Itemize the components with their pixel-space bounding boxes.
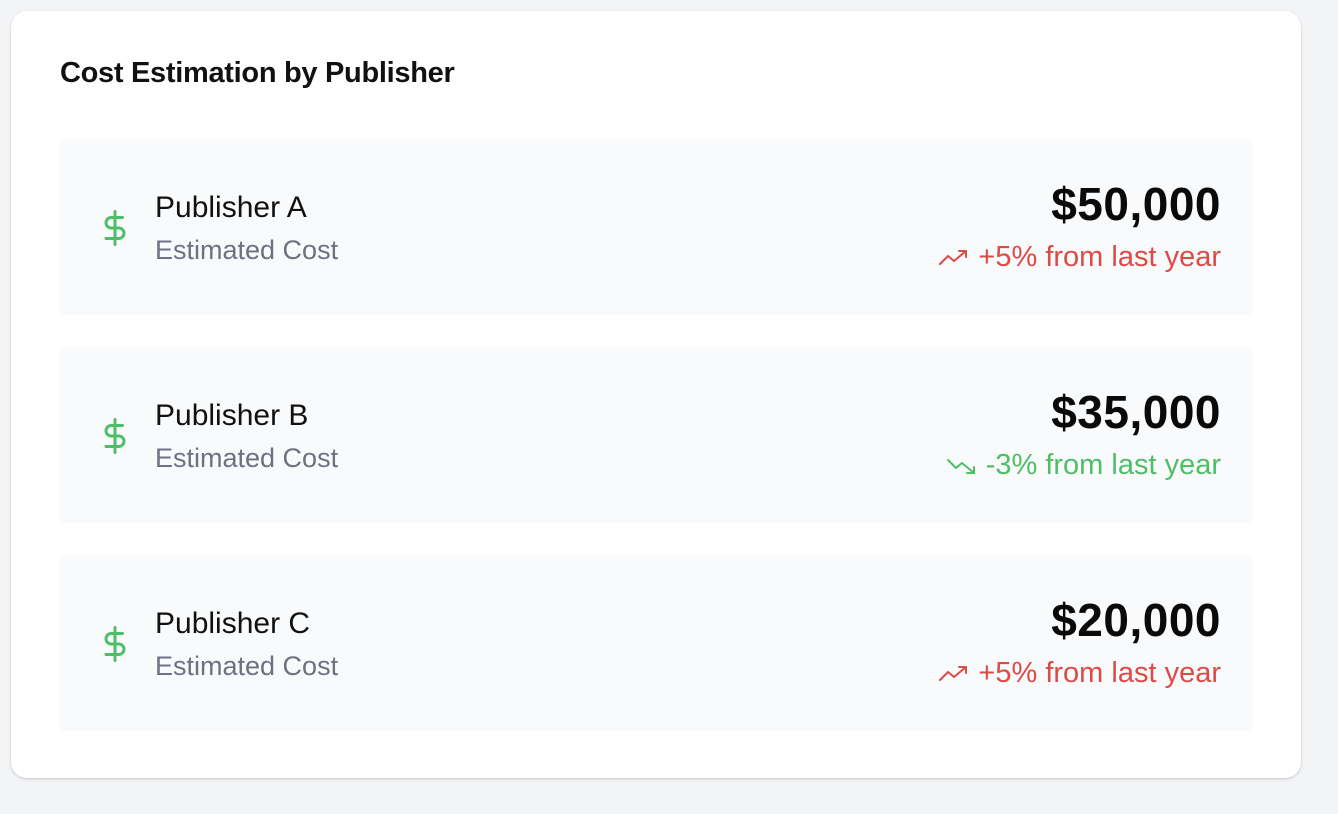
estimated-cost-amount: $50,000 bbox=[1051, 178, 1221, 230]
publisher-subtitle: Estimated Cost bbox=[155, 651, 339, 681]
change-indicator: +5% from last year bbox=[938, 657, 1221, 690]
publisher-subtitle: Estimated Cost bbox=[155, 235, 339, 265]
estimated-cost-amount: $35,000 bbox=[1051, 386, 1221, 438]
change-text: +5% from last year bbox=[978, 657, 1221, 689]
card-title: Cost Estimation by Publisher bbox=[60, 57, 455, 89]
publisher-list: Publisher A Estimated Cost $50,000 +5% f… bbox=[59, 139, 1253, 731]
dollar-icon bbox=[104, 626, 126, 662]
dollar-icon bbox=[104, 418, 126, 454]
trending-down-icon bbox=[946, 458, 975, 474]
dollar-icon bbox=[104, 210, 126, 246]
publisher-name: Publisher B bbox=[155, 399, 309, 432]
cost-estimation-card: Cost Estimation by Publisher Publisher A… bbox=[11, 11, 1301, 778]
trending-up-icon bbox=[939, 665, 968, 681]
change-text: +5% from last year bbox=[978, 241, 1221, 273]
publisher-name: Publisher A bbox=[155, 191, 307, 224]
change-indicator: -3% from last year bbox=[946, 449, 1221, 482]
trending-up-icon bbox=[939, 249, 968, 265]
publisher-row: Publisher A Estimated Cost $50,000 +5% f… bbox=[59, 139, 1253, 315]
publisher-row: Publisher B Estimated Cost $35,000 -3% f… bbox=[59, 347, 1253, 523]
change-indicator: +5% from last year bbox=[938, 241, 1221, 274]
estimated-cost-amount: $20,000 bbox=[1051, 594, 1221, 646]
change-text: -3% from last year bbox=[985, 449, 1221, 481]
publisher-name: Publisher C bbox=[155, 607, 311, 640]
publisher-subtitle: Estimated Cost bbox=[155, 443, 339, 473]
publisher-row: Publisher C Estimated Cost $20,000 +5% f… bbox=[59, 555, 1253, 731]
